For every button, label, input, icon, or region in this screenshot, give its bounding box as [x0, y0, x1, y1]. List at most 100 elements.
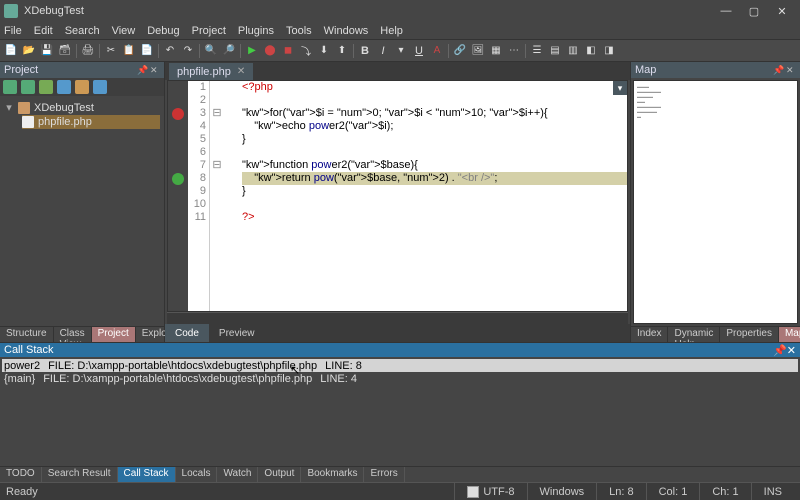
tool-tbl[interactable]: ▦: [488, 43, 504, 59]
menu-windows[interactable]: Windows: [324, 25, 369, 37]
tool-italic[interactable]: I: [375, 43, 391, 59]
tab-structure[interactable]: Structure: [0, 327, 54, 342]
editor-dropdown-icon[interactable]: ▾: [613, 81, 627, 95]
tab-watch[interactable]: Watch: [217, 467, 258, 482]
menu-debug[interactable]: Debug: [147, 25, 179, 37]
tool-run[interactable]: ▶: [244, 43, 260, 59]
tool-x1[interactable]: ☰: [529, 43, 545, 59]
tool-replace[interactable]: 🔎: [221, 43, 237, 59]
tab-dynhelp[interactable]: Dynamic Help: [668, 327, 720, 342]
proj-btn-5[interactable]: [75, 80, 89, 94]
panel-close-icon[interactable]: ✕: [786, 65, 796, 75]
status-encoding[interactable]: UTF-8: [454, 483, 526, 500]
tool-print[interactable]: 🖨: [80, 43, 96, 59]
tool-u[interactable]: U: [411, 43, 427, 59]
tool-debug[interactable]: ⬤: [262, 43, 278, 59]
status-mode[interactable]: INS: [751, 483, 794, 500]
proj-btn-2[interactable]: [21, 80, 35, 94]
tree-root[interactable]: ▾ XDebugTest: [4, 100, 160, 115]
tool-cut[interactable]: ✂: [103, 43, 119, 59]
close-icon[interactable]: ✕: [776, 5, 788, 18]
menu-tools[interactable]: Tools: [286, 25, 312, 37]
panel-close-icon[interactable]: ✕: [787, 344, 796, 357]
tab-callstack[interactable]: Call Stack: [118, 467, 176, 482]
editor-hscroll[interactable]: [167, 312, 628, 324]
tab-map[interactable]: Map: [779, 327, 800, 342]
proj-btn-3[interactable]: [39, 80, 53, 94]
breakpoint-icon[interactable]: [172, 173, 184, 185]
minimap[interactable]: ▬▬▬▬▬▬▬▬▬▬▬▬▬▬▬▬▬▬▬▬▬▬▬▬▬▬▬: [633, 80, 798, 324]
code-editor[interactable]: ▾ 1234567891011 ⊟⊟ <?php"kw">for("var">$…: [167, 80, 628, 312]
tool-undo[interactable]: ↶: [162, 43, 178, 59]
tab-code[interactable]: Code: [165, 324, 209, 342]
tab-preview[interactable]: Preview: [209, 324, 265, 342]
tool-x4[interactable]: ◧: [583, 43, 599, 59]
cs-fn: {main}: [4, 373, 35, 385]
tool-stop[interactable]: ◼: [280, 43, 296, 59]
tool-a[interactable]: A: [429, 43, 445, 59]
tab-classview[interactable]: Class View: [54, 327, 92, 342]
breakpoint-gutter[interactable]: [168, 81, 188, 311]
proj-btn-4[interactable]: [57, 80, 71, 94]
tool-new[interactable]: 📄: [3, 43, 19, 59]
tab-todo[interactable]: TODO: [0, 467, 42, 482]
window-title: XDebugTest: [24, 5, 714, 17]
tool-stepout[interactable]: ⬆: [334, 43, 350, 59]
project-tree[interactable]: ▾ XDebugTest phpfile.php: [0, 96, 164, 326]
tool-img[interactable]: 🖼: [470, 43, 486, 59]
editor-tab[interactable]: phpfile.php ✕: [169, 63, 253, 80]
menu-file[interactable]: File: [4, 25, 22, 37]
tab-searchresult[interactable]: Search Result: [42, 467, 118, 482]
tool-link[interactable]: 🔗: [452, 43, 468, 59]
tool-stepin[interactable]: ⬇: [316, 43, 332, 59]
editor-tab-close-icon[interactable]: ✕: [237, 66, 245, 77]
tab-errors[interactable]: Errors: [364, 467, 404, 482]
tab-project[interactable]: Project: [92, 327, 136, 342]
status-eol[interactable]: Windows: [527, 483, 597, 500]
tool-more1[interactable]: ⋯: [506, 43, 522, 59]
minimize-icon[interactable]: —: [720, 5, 732, 18]
tool-x2[interactable]: ▤: [547, 43, 563, 59]
callstack-row[interactable]: power2 FILE: D:\xampp-portable\htdocs\xd…: [2, 359, 798, 372]
tool-bold[interactable]: B: [357, 43, 373, 59]
tab-properties[interactable]: Properties: [720, 327, 779, 342]
tool-x3[interactable]: ▥: [565, 43, 581, 59]
tab-locals[interactable]: Locals: [176, 467, 218, 482]
tool-copy[interactable]: 📋: [121, 43, 137, 59]
menu-view[interactable]: View: [112, 25, 136, 37]
tab-bookmarks[interactable]: Bookmarks: [301, 467, 364, 482]
breakpoint-icon[interactable]: [172, 108, 184, 120]
panel-pin-icon[interactable]: 📌: [773, 65, 783, 75]
tool-saveall[interactable]: 🗃: [57, 43, 73, 59]
panel-close-icon[interactable]: ✕: [150, 65, 160, 75]
cs-line: LINE: 8: [325, 360, 362, 372]
maximize-icon[interactable]: ▢: [748, 5, 760, 18]
panel-pin-icon[interactable]: 📌: [137, 65, 147, 75]
callstack-list[interactable]: power2 FILE: D:\xampp-portable\htdocs\xd…: [0, 357, 800, 466]
tool-dd1[interactable]: ▾: [393, 43, 409, 59]
tab-output[interactable]: Output: [258, 467, 301, 482]
proj-btn-1[interactable]: [3, 80, 17, 94]
tab-index[interactable]: Index: [631, 327, 668, 342]
tool-open[interactable]: 📂: [21, 43, 37, 59]
proj-btn-6[interactable]: [93, 80, 107, 94]
tool-paste[interactable]: 📄: [139, 43, 155, 59]
menu-search[interactable]: Search: [65, 25, 100, 37]
tool-stepover[interactable]: ⤵: [298, 43, 314, 59]
tool-save[interactable]: 💾: [39, 43, 55, 59]
code-content[interactable]: <?php"kw">for("var">$i = "num">0; "var">…: [224, 81, 627, 311]
fold-gutter[interactable]: ⊟⊟: [210, 81, 224, 311]
callstack-row[interactable]: {main} FILE: D:\xampp-portable\htdocs\xd…: [2, 372, 798, 385]
tool-redo[interactable]: ↷: [180, 43, 196, 59]
menu-project[interactable]: Project: [192, 25, 226, 37]
panel-pin-icon[interactable]: 📌: [773, 344, 787, 357]
menu-help[interactable]: Help: [380, 25, 403, 37]
mouse-cursor-icon: ↖: [290, 363, 300, 377]
tree-twisty-icon[interactable]: ▾: [4, 101, 14, 114]
menu-edit[interactable]: Edit: [34, 25, 53, 37]
map-panel-title: Map: [635, 64, 656, 76]
tree-file[interactable]: phpfile.php: [22, 115, 160, 129]
menu-plugins[interactable]: Plugins: [238, 25, 274, 37]
tool-find[interactable]: 🔍: [203, 43, 219, 59]
tool-x5[interactable]: ◨: [601, 43, 617, 59]
